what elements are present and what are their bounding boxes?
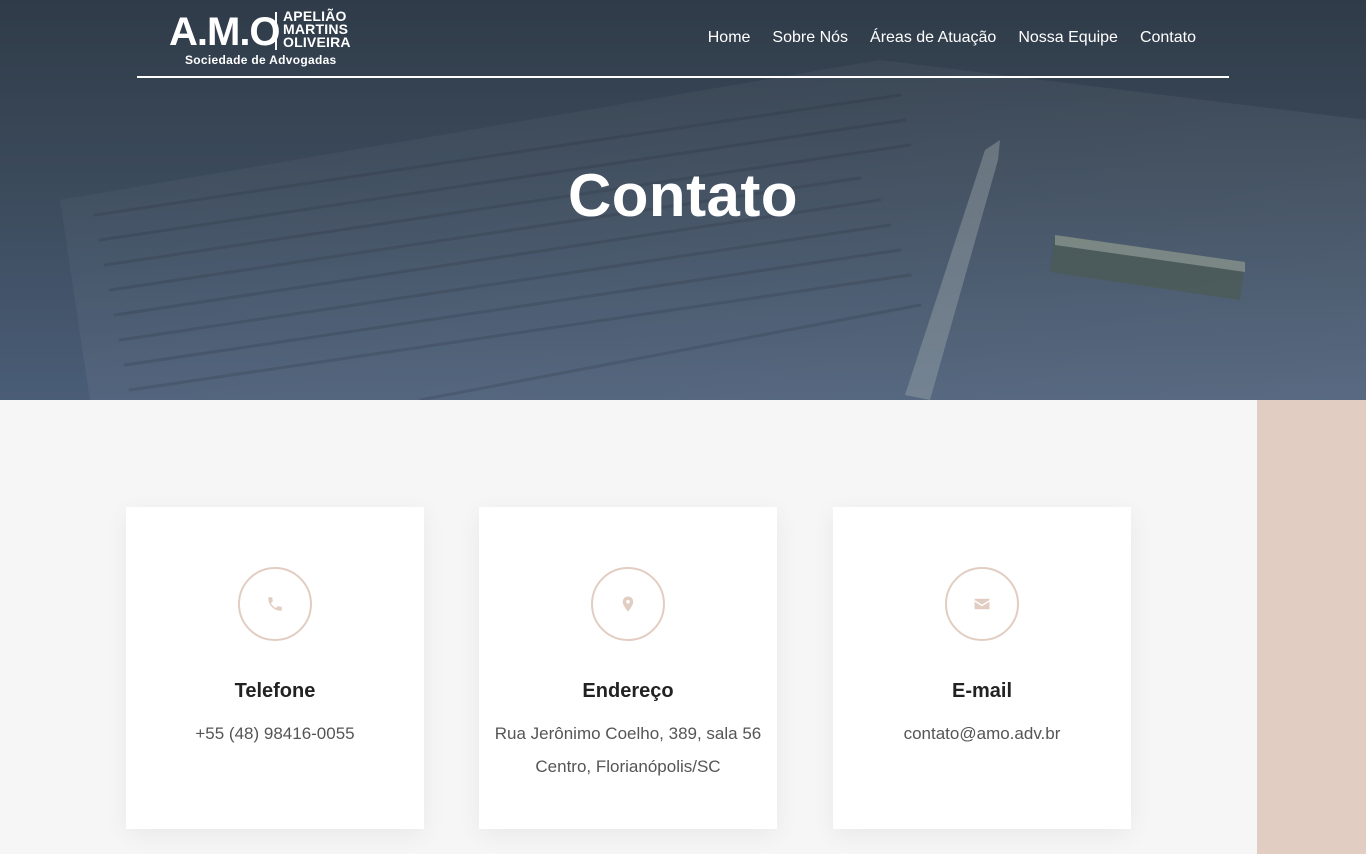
nav-item-sobre-nos[interactable]: Sobre Nós bbox=[772, 26, 848, 50]
site-header: A.M.O APELIÃO MARTINS OLIVEIRA Sociedade… bbox=[137, 0, 1229, 78]
contact-card-title: E-mail bbox=[951, 680, 1013, 702]
accent-side-strip bbox=[1257, 400, 1366, 854]
nav-item-areas-de-atuacao[interactable]: Áreas de Atuação bbox=[870, 26, 996, 50]
main-nav: Home Sobre Nós Áreas de Atuação Nossa Eq… bbox=[708, 26, 1196, 50]
contact-card-endereco: Endereço Rua Jerônimo Coelho, 389, sala … bbox=[479, 507, 777, 829]
address-text: Rua Jerônimo Coelho, 389, sala 56 Centro… bbox=[479, 717, 777, 783]
logo-name-3: OLIVEIRA bbox=[283, 34, 351, 50]
logo-names: APELIÃO MARTINS OLIVEIRA bbox=[283, 9, 373, 50]
envelope-icon bbox=[945, 567, 1019, 641]
contact-card-telefone: Telefone +55 (48) 98416-0055 bbox=[126, 507, 424, 829]
phone-icon bbox=[238, 567, 312, 641]
email-address[interactable]: contato@amo.adv.br bbox=[833, 717, 1131, 750]
header-divider bbox=[137, 76, 1229, 78]
address-line-2: Centro, Florianópolis/SC bbox=[535, 757, 721, 776]
nav-item-contato[interactable]: Contato bbox=[1140, 26, 1196, 50]
contact-section: Telefone +55 (48) 98416-0055 Endereço Ru… bbox=[0, 400, 1366, 854]
address-line-1: Rua Jerônimo Coelho, 389, sala 56 bbox=[494, 724, 762, 743]
page-title: Contato bbox=[567, 162, 799, 229]
contact-card-title: Telefone bbox=[234, 680, 316, 702]
phone-number-line: +55 (48) 98416-0055 bbox=[195, 724, 355, 743]
logo-mark: A.M.O bbox=[169, 10, 281, 54]
brand-logo[interactable]: A.M.O APELIÃO MARTINS OLIVEIRA Sociedade… bbox=[169, 9, 369, 72]
map-pin-icon bbox=[591, 567, 665, 641]
contact-card-email: E-mail contato@amo.adv.br bbox=[833, 507, 1131, 829]
logo-divider bbox=[275, 12, 277, 50]
hero-banner: A.M.O APELIÃO MARTINS OLIVEIRA Sociedade… bbox=[0, 0, 1366, 400]
phone-number[interactable]: +55 (48) 98416-0055 bbox=[126, 717, 424, 750]
nav-item-home[interactable]: Home bbox=[708, 26, 751, 50]
email-address-line: contato@amo.adv.br bbox=[903, 724, 1061, 743]
contact-card-title: Endereço bbox=[582, 680, 674, 702]
logo-subtitle: Sociedade de Advogadas bbox=[185, 53, 337, 67]
nav-item-nossa-equipe[interactable]: Nossa Equipe bbox=[1018, 26, 1118, 50]
